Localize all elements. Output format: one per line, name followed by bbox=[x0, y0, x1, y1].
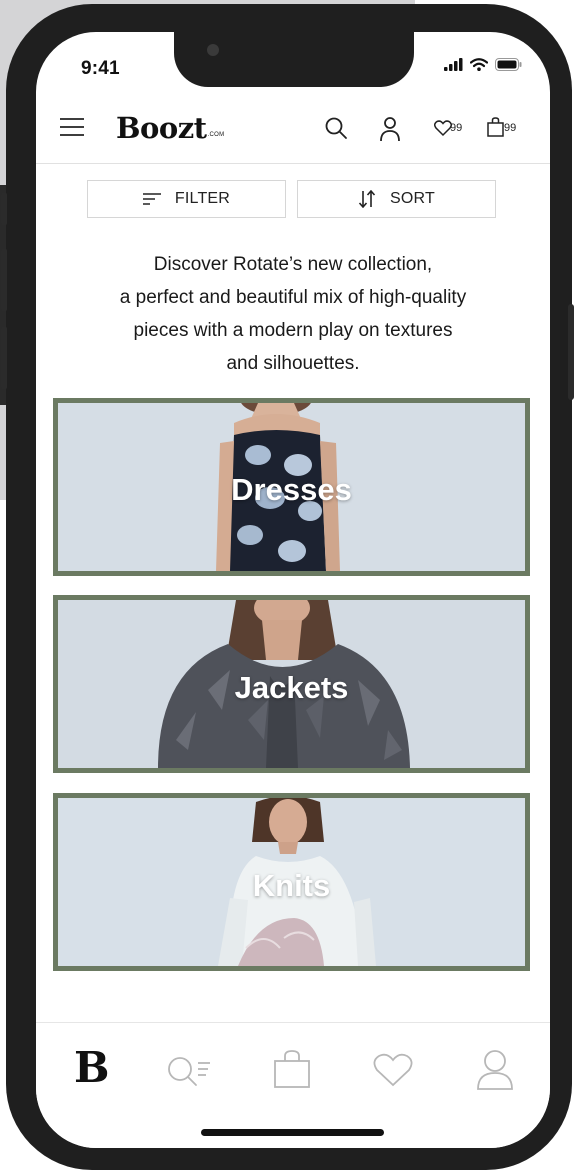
tab-bag-icon[interactable] bbox=[272, 1049, 312, 1089]
tab-wishlist-icon[interactable] bbox=[373, 1052, 413, 1088]
phone-volume-up bbox=[1, 248, 7, 312]
app-header: Boozt .COM 99 99 bbox=[36, 96, 550, 164]
phone-volume-down bbox=[1, 326, 7, 390]
description-line: pieces with a modern play on textures bbox=[133, 320, 453, 341]
wifi-icon bbox=[470, 58, 488, 71]
status-icons bbox=[444, 58, 522, 71]
phone-frame: 9:41 Boozt .COM 99 99 FILTER SORT Discov… bbox=[1, 4, 574, 1170]
account-icon[interactable] bbox=[379, 116, 401, 142]
filter-button[interactable]: FILTER bbox=[87, 180, 286, 218]
menu-icon[interactable] bbox=[60, 117, 84, 137]
sort-button[interactable]: SORT bbox=[297, 180, 496, 218]
status-time: 9:41 bbox=[81, 58, 120, 79]
tab-search-icon[interactable] bbox=[166, 1055, 212, 1087]
category-tile-jackets[interactable]: Jackets bbox=[53, 595, 530, 773]
notch bbox=[174, 32, 414, 87]
phone-screen: 9:41 Boozt .COM 99 99 FILTER SORT Discov… bbox=[36, 32, 550, 1148]
collection-description: Discover Rotate’s new collection, a perf… bbox=[56, 248, 530, 380]
description-line: and silhouettes. bbox=[226, 353, 360, 374]
sort-icon bbox=[358, 190, 376, 208]
category-label-dresses: Dresses bbox=[231, 472, 352, 507]
description-line: Discover Rotate’s new collection, bbox=[153, 254, 433, 275]
logo-text: Boozt bbox=[116, 111, 207, 145]
filter-label: FILTER bbox=[174, 190, 231, 207]
phone-power-button bbox=[568, 304, 574, 400]
battery-icon bbox=[495, 58, 522, 71]
bag-count: 99 bbox=[504, 122, 517, 134]
sort-label: SORT bbox=[390, 190, 435, 207]
category-label-jackets: Jackets bbox=[234, 670, 349, 705]
search-icon[interactable] bbox=[324, 116, 348, 140]
tab-account-icon[interactable] bbox=[476, 1049, 514, 1091]
phone-side-button bbox=[1, 192, 7, 226]
wishlist-count: 99 bbox=[450, 122, 463, 134]
home-indicator[interactable] bbox=[201, 1129, 384, 1136]
signal-icon bbox=[444, 58, 463, 71]
front-camera bbox=[207, 44, 219, 56]
bag-icon[interactable] bbox=[487, 117, 504, 137]
logo-suffix: .COM bbox=[207, 132, 225, 138]
boozt-logo[interactable]: Boozt .COM bbox=[116, 112, 224, 144]
category-tile-knits[interactable]: Knits bbox=[53, 793, 530, 971]
tab-home[interactable]: B bbox=[74, 1043, 110, 1092]
filter-icon bbox=[142, 193, 161, 205]
category-tile-dresses[interactable]: Dresses bbox=[53, 398, 530, 576]
category-label-knits: Knits bbox=[252, 868, 331, 903]
description-line: a perfect and beautiful mix of high-qual… bbox=[119, 287, 467, 308]
